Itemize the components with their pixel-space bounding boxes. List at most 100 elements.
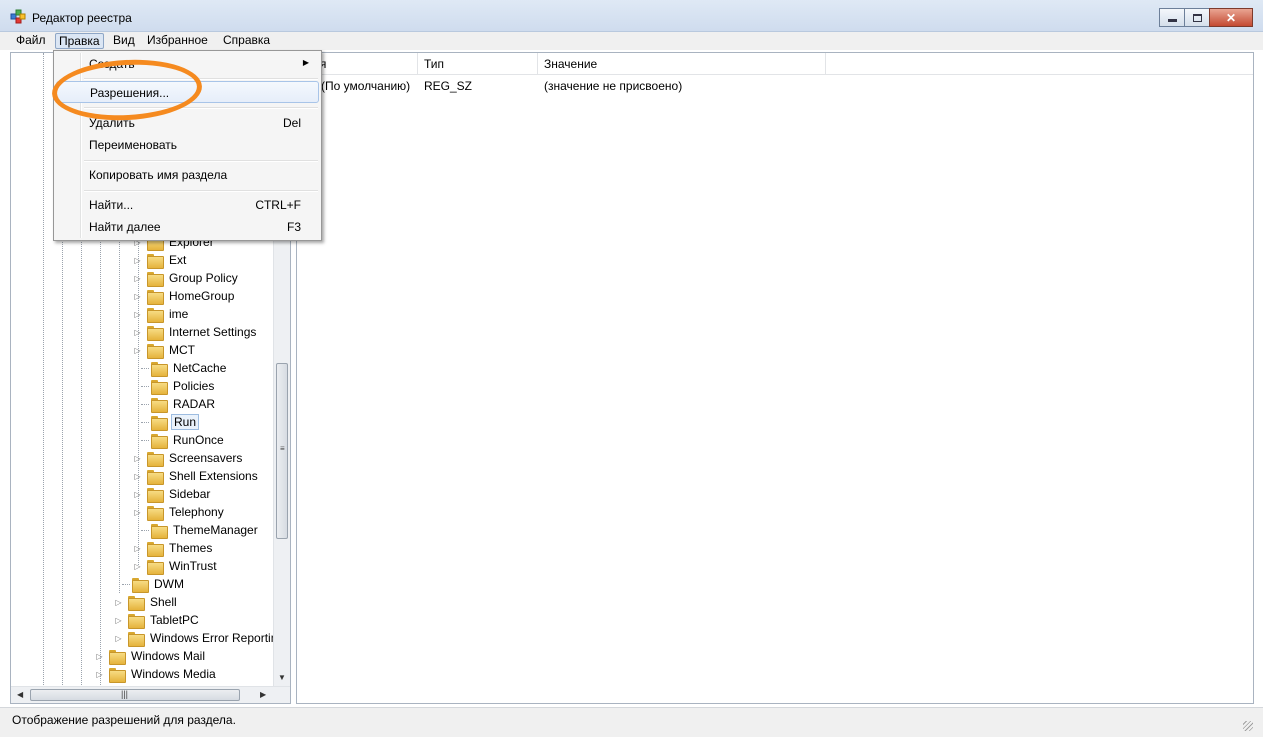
tree-item-label: Windows Media xyxy=(131,667,216,681)
folder-icon xyxy=(151,415,168,431)
expand-arrow-icon[interactable]: ▷ xyxy=(133,508,142,517)
expand-arrow-icon[interactable]: ▷ xyxy=(133,454,142,463)
column-header-label: Значение xyxy=(544,57,598,71)
status-bar: Отображение разрешений для раздела. xyxy=(0,707,1263,737)
tree-item[interactable]: ▷ Shell Extensions xyxy=(133,467,260,485)
folder-icon xyxy=(147,559,164,575)
tree-connector-line xyxy=(141,367,149,369)
tree-item[interactable]: ▷ Shell xyxy=(114,593,179,611)
tree-item[interactable]: ▷ Internet Settings xyxy=(133,323,258,341)
expand-arrow-icon[interactable]: ▷ xyxy=(133,328,142,337)
expand-arrow-icon[interactable]: ▷ xyxy=(133,310,142,319)
tree-vertical-scroll-thumb[interactable]: ≡ xyxy=(276,363,288,539)
expand-arrow-icon[interactable]: ▷ xyxy=(95,670,104,679)
tree-item-label: NetCache xyxy=(173,361,227,375)
close-button[interactable]: ✕ xyxy=(1209,8,1253,27)
tree-item[interactable]: ▷ HomeGroup xyxy=(133,287,236,305)
tree-item[interactable]: ▷DWM xyxy=(114,575,186,593)
tree-item[interactable]: ▷ Windows Media xyxy=(95,665,218,683)
menu-bar: Файл Правка Вид Избранное Справка xyxy=(0,32,1263,50)
tree-item[interactable]: ▷ TabletPC xyxy=(114,611,201,629)
menu-view[interactable]: Вид xyxy=(110,33,138,49)
table-row[interactable]: ab (По умолчанию) REG_SZ (значение не пр… xyxy=(297,76,1253,96)
menu-favorites[interactable]: Избранное xyxy=(144,33,211,49)
tree-horizontal-scrollbar[interactable]: ◀ ||| ▶ xyxy=(11,686,290,703)
tree-item-label: RunOnce xyxy=(173,433,224,447)
tree-item-label: Shell Extensions xyxy=(169,469,258,483)
column-header-type[interactable]: Тип xyxy=(418,53,538,75)
minimize-button[interactable] xyxy=(1159,8,1185,27)
tree-item[interactable]: ▷ Ext xyxy=(133,251,188,269)
menu-item-shortcut: CTRL+F xyxy=(255,198,301,212)
menu-file[interactable]: Файл xyxy=(13,33,49,49)
registry-values-pane[interactable]: Имя Тип Значение ab (По умолчанию) REG_S… xyxy=(296,52,1254,704)
scroll-right-arrow-icon[interactable]: ▶ xyxy=(260,690,266,699)
tree-item-label: ThemeManager xyxy=(173,523,258,537)
tree-item-label: DWM xyxy=(154,577,184,591)
expand-arrow-icon[interactable]: ▷ xyxy=(133,562,142,571)
menu-separator xyxy=(84,160,318,162)
tree-item[interactable]: ▷ MCT xyxy=(133,341,197,359)
tree-item-label: Windows Error Reporting xyxy=(150,631,285,645)
window-controls: ✕ xyxy=(1159,8,1253,27)
expand-arrow-icon[interactable]: ▷ xyxy=(133,274,142,283)
resize-grip-icon[interactable] xyxy=(1243,721,1253,731)
tree-item[interactable]: ▷ Themes xyxy=(133,539,214,557)
tree-item[interactable]: ▷ Windows Mail xyxy=(95,647,207,665)
expand-arrow-icon[interactable]: ▷ xyxy=(114,634,123,643)
title-bar[interactable]: Редактор реестра ✕ xyxy=(0,0,1263,32)
tree-item[interactable]: ▷ Group Policy xyxy=(133,269,240,287)
tree-item[interactable]: ▷ Telephony xyxy=(133,503,226,521)
menu-edit[interactable]: Правка xyxy=(55,33,104,49)
folder-icon xyxy=(151,379,168,395)
menu-item-find-next[interactable]: Найти далее F3 xyxy=(56,216,319,238)
tree-item[interactable]: ▷ Screensavers xyxy=(133,449,244,467)
tree-connector-line xyxy=(141,403,149,405)
tree-item[interactable]: ▷Policies xyxy=(133,377,216,395)
folder-icon xyxy=(147,505,164,521)
expand-arrow-icon[interactable]: ▷ xyxy=(133,544,142,553)
tree-connector-line xyxy=(141,529,149,531)
tree-item[interactable]: ▷ ime xyxy=(133,305,190,323)
tree-item[interactable]: ▷ Windows Error Reporting xyxy=(114,629,286,647)
tree-item-label: Themes xyxy=(169,541,213,555)
scroll-down-arrow-icon[interactable]: ▼ xyxy=(278,673,286,682)
tree-item-label: Ext xyxy=(169,253,187,267)
tree-item[interactable]: ▷Run xyxy=(133,413,200,431)
scroll-left-arrow-icon[interactable]: ◀ xyxy=(17,690,23,699)
tree-connector-line xyxy=(141,421,149,423)
tree-item[interactable]: ▷ WinTrust xyxy=(133,557,219,575)
expand-arrow-icon[interactable]: ▷ xyxy=(133,346,142,355)
expand-arrow-icon[interactable]: ▷ xyxy=(133,292,142,301)
tree-item[interactable]: ▷ThemeManager xyxy=(133,521,260,539)
menu-item-label: Найти... xyxy=(89,198,134,212)
menu-item-copy-key-name[interactable]: Копировать имя раздела xyxy=(56,164,319,186)
expand-arrow-icon[interactable]: ▷ xyxy=(133,256,142,265)
folder-icon xyxy=(147,325,164,341)
tree-item[interactable]: ▷RunOnce xyxy=(133,431,226,449)
expand-arrow-icon[interactable]: ▷ xyxy=(95,652,104,661)
menu-item-find[interactable]: Найти... CTRL+F xyxy=(56,194,319,216)
expand-arrow-icon[interactable]: ▷ xyxy=(114,616,123,625)
tree-item-label: HomeGroup xyxy=(169,289,235,303)
column-header-value[interactable]: Значение xyxy=(538,53,826,75)
folder-icon xyxy=(128,631,145,647)
folder-icon xyxy=(132,577,149,593)
folder-icon xyxy=(151,397,168,413)
close-icon: ✕ xyxy=(1225,10,1237,25)
tree-item[interactable]: ▷ Sidebar xyxy=(133,485,212,503)
expand-arrow-icon[interactable]: ▷ xyxy=(114,598,123,607)
folder-icon xyxy=(147,289,164,305)
menu-item-shortcut: F3 xyxy=(286,220,301,234)
menu-help[interactable]: Справка xyxy=(220,33,273,49)
tree-item-label: Windows Mail xyxy=(131,649,206,663)
expand-arrow-icon[interactable]: ▷ xyxy=(133,472,142,481)
maximize-button[interactable] xyxy=(1184,8,1210,27)
tree-horizontal-scroll-thumb[interactable]: ||| xyxy=(30,689,240,701)
expand-arrow-icon[interactable]: ▷ xyxy=(133,490,142,499)
folder-icon xyxy=(147,487,164,503)
tree-item-label: TabletPC xyxy=(150,613,199,627)
tree-item[interactable]: ▷RADAR xyxy=(133,395,217,413)
menu-item-rename[interactable]: Переименовать xyxy=(56,134,319,156)
tree-item[interactable]: ▷NetCache xyxy=(133,359,228,377)
